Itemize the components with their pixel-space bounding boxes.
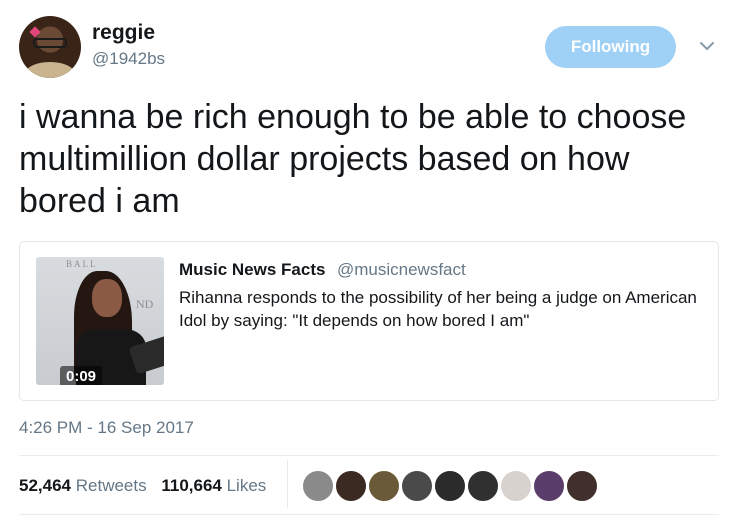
user-name[interactable]: reggie xyxy=(92,21,155,45)
backdrop-text-2: ND xyxy=(136,297,154,311)
backdrop-text: BALL xyxy=(66,259,98,269)
liker-avatar[interactable] xyxy=(566,470,598,502)
thumbnail-face xyxy=(92,279,122,317)
likes-count[interactable]: 110,664 xyxy=(161,476,222,495)
heart-sticker-icon xyxy=(29,26,41,38)
likes-label[interactable]: Likes xyxy=(227,476,267,495)
liker-avatar[interactable] xyxy=(302,470,334,502)
tweet-timestamp[interactable]: 4:26 PM - 16 Sep 2017 xyxy=(19,418,194,438)
liker-avatar[interactable] xyxy=(434,470,466,502)
user-avatar[interactable] xyxy=(19,16,81,78)
quoted-user-name[interactable]: Music News Facts xyxy=(179,260,325,280)
retweets-count[interactable]: 52,464 xyxy=(19,476,71,495)
tweet-text: i wanna be rich enough to be able to cho… xyxy=(19,98,687,220)
video-duration-badge: 0:09 xyxy=(60,366,103,385)
video-thumbnail[interactable]: BALL ND 0:09 xyxy=(36,257,164,385)
liker-avatar[interactable] xyxy=(500,470,532,502)
liker-avatar[interactable] xyxy=(401,470,433,502)
divider xyxy=(19,514,719,515)
tweet-card: reggie @1942bs Following i wanna be rich… xyxy=(0,0,737,525)
liker-avatar[interactable] xyxy=(335,470,367,502)
retweets-label[interactable]: Retweets xyxy=(76,476,147,495)
chevron-down-icon[interactable] xyxy=(699,38,715,54)
quoted-tweet[interactable]: BALL ND 0:09 Music News Facts @musicnews… xyxy=(19,241,719,401)
quoted-tweet-text: Rihanna responds to the possibility of h… xyxy=(179,288,697,330)
divider xyxy=(19,455,719,456)
following-button[interactable]: Following xyxy=(545,26,676,68)
liker-avatar[interactable] xyxy=(467,470,499,502)
liker-avatar[interactable] xyxy=(368,470,400,502)
glasses-shape xyxy=(33,38,67,48)
liker-avatar[interactable] xyxy=(533,470,565,502)
engagement-stats: 52,464 Retweets 110,664 Likes xyxy=(19,476,276,496)
quoted-user-handle[interactable]: @musicnewsfact xyxy=(337,260,466,280)
shirt-shape xyxy=(25,62,75,78)
user-handle[interactable]: @1942bs xyxy=(92,49,165,69)
stats-separator xyxy=(287,460,288,508)
